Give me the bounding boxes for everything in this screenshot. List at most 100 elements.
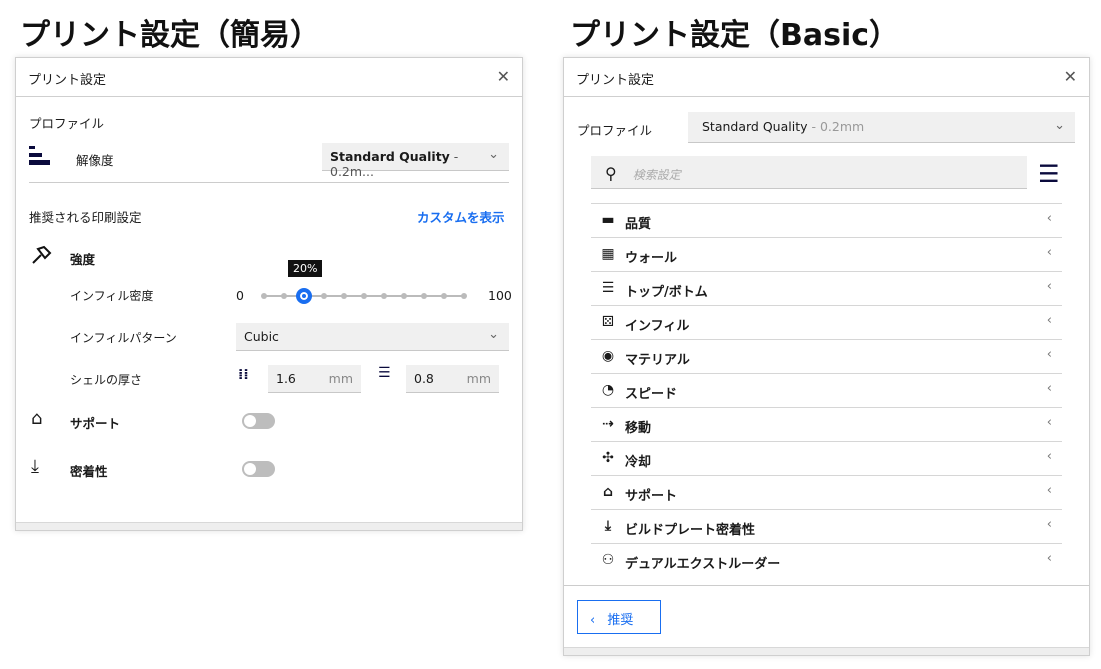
category-quality[interactable]: ▬ 品質 ‹ — [591, 203, 1062, 237]
panel-header: プリント設定 ✕ — [16, 58, 522, 97]
category-label: デュアルエクストルーダー — [625, 557, 781, 572]
infill-pattern-value: Cubic — [244, 329, 279, 344]
menu-icon[interactable]: ☰ — [1038, 160, 1060, 188]
chevron-left-icon: ‹ — [1046, 551, 1052, 566]
chevron-down-icon: ⌄ — [1054, 118, 1065, 133]
profile-dropdown[interactable]: Standard Quality - 0.2m... ⌄ — [322, 143, 509, 179]
dual-extruder-icon: ⚇ — [601, 552, 615, 568]
window-title: プリント設定 — [28, 73, 107, 88]
adhesion-label: 密着性 — [70, 464, 108, 479]
quality-icon: ▬ — [601, 212, 615, 228]
adhesion-toggle[interactable] — [242, 461, 275, 477]
window-title: プリント設定 — [576, 73, 655, 88]
support-icon: ⌂ — [602, 484, 614, 500]
adhesion-icon: ⤓ — [604, 518, 612, 534]
chevron-down-icon: ⌄ — [488, 327, 499, 342]
adhesion-icon: ⤓ — [31, 456, 39, 477]
chevron-left-icon: ‹ — [1046, 211, 1052, 226]
profile-label: プロファイル — [29, 116, 105, 131]
category-label: トップ/ボトム — [625, 285, 708, 300]
speed-icon: ◔ — [601, 382, 615, 398]
quality-icon — [29, 146, 50, 165]
chevron-left-icon: ‹ — [1046, 381, 1052, 396]
slider-tick — [401, 293, 407, 299]
resize-handle[interactable] — [16, 522, 522, 530]
recommended-button-label: 推奨 — [607, 613, 634, 628]
show-custom-link[interactable]: カスタムを表示 — [417, 207, 505, 226]
slider-tick — [281, 293, 287, 299]
top-bottom-icon: ☰ — [601, 280, 615, 296]
chevron-left-icon: ‹ — [1046, 347, 1052, 362]
recommended-button[interactable]: ‹ 推奨 — [577, 600, 661, 634]
category-material[interactable]: ◉ マテリアル ‹ — [591, 339, 1062, 373]
slider-max: 100 — [488, 288, 512, 303]
chevron-left-icon: ‹ — [1046, 279, 1052, 294]
travel-icon: ⇢ — [602, 416, 614, 432]
infill-icon: ⚄ — [601, 314, 615, 330]
category-speed[interactable]: ◔ スピード ‹ — [591, 373, 1062, 407]
support-toggle[interactable] — [242, 413, 275, 429]
left-heading: プリント設定（簡易） — [20, 18, 320, 53]
infill-density-label: インフィル密度 — [70, 289, 154, 303]
category-support[interactable]: ⌂ サポート ‹ — [591, 475, 1062, 509]
category-label: サポート — [625, 489, 678, 504]
wall-thickness-input[interactable]: 1.6 mm — [268, 365, 361, 393]
category-label: マテリアル — [625, 353, 690, 368]
category-label: 品質 — [625, 217, 652, 232]
chevron-left-icon: ‹ — [1046, 483, 1052, 498]
slider-tick — [261, 293, 267, 299]
profile-value: Standard Quality — [702, 119, 808, 134]
search-input[interactable]: ⚲ 検索設定 — [591, 156, 1027, 189]
chevron-left-icon: ‹ — [1046, 517, 1052, 532]
recommended-label: 推奨される印刷設定 — [29, 210, 142, 225]
close-icon[interactable]: ✕ — [497, 67, 510, 86]
category-label: ウォール — [625, 251, 678, 266]
slider-tick — [441, 293, 447, 299]
chevron-down-icon: ⌄ — [488, 147, 499, 162]
print-settings-basic-panel: プリント設定 ✕ プロファイル Standard Quality - 0.2mm ⌄… — [563, 57, 1090, 656]
profile-suffix: - 0.2mm — [807, 119, 865, 134]
category-wall[interactable]: ▦ ウォール ‹ — [591, 237, 1062, 271]
category-top-bottom[interactable]: ☰ トップ/ボトム ‹ — [591, 271, 1062, 305]
chevron-left-icon: ‹ — [1046, 313, 1052, 328]
support-icon: ⌂ — [31, 408, 43, 429]
search-placeholder: 検索設定 — [632, 168, 681, 182]
divider — [564, 585, 1089, 586]
fan-icon: ✣ — [602, 450, 614, 466]
panel-header: プリント設定 ✕ — [564, 58, 1089, 97]
resize-handle[interactable] — [564, 647, 1089, 655]
slider-tick — [461, 293, 467, 299]
wall-thickness-icon: ⁞⁞ — [238, 367, 249, 383]
category-fan[interactable]: ✣ 冷却 ‹ — [591, 441, 1062, 475]
category-travel[interactable]: ⇢ 移動 ‹ — [591, 407, 1062, 441]
top-bottom-thickness-input[interactable]: 0.8 mm — [406, 365, 499, 393]
infill-density-slider[interactable] — [261, 288, 467, 304]
category-label: インフィル — [625, 319, 690, 334]
strength-label: 強度 — [70, 252, 96, 267]
category-adhesion[interactable]: ⤓ ビルドプレート密着性 ‹ — [591, 509, 1062, 543]
profile-dropdown[interactable]: Standard Quality - 0.2mm ⌄ — [688, 112, 1075, 143]
chevron-left-icon: ‹ — [1046, 449, 1052, 464]
chevron-left-icon: ‹ — [590, 613, 596, 628]
slider-tooltip: 20% — [288, 260, 323, 277]
profile-label: プロファイル — [577, 123, 653, 138]
slider-tick — [321, 293, 327, 299]
slider-tick — [361, 293, 367, 299]
right-heading: プリント設定（Basic） — [570, 18, 900, 53]
slider-tick — [381, 293, 387, 299]
top-bottom-thickness-icon: ☰ — [378, 365, 391, 381]
category-label: 移動 — [625, 421, 652, 436]
category-infill[interactable]: ⚄ インフィル ‹ — [591, 305, 1062, 339]
category-dual-extruder[interactable]: ⚇ デュアルエクストルーダー ‹ — [591, 543, 1062, 577]
slider-tick — [341, 293, 347, 299]
infill-pattern-label: インフィルパターン — [70, 331, 177, 345]
chevron-left-icon: ‹ — [1046, 415, 1052, 430]
support-label: サポート — [70, 416, 121, 431]
slider-handle[interactable] — [296, 288, 312, 304]
close-icon[interactable]: ✕ — [1064, 67, 1077, 86]
wall-icon: ▦ — [601, 246, 615, 262]
unit: mm — [466, 371, 491, 386]
slider-tick — [421, 293, 427, 299]
infill-pattern-dropdown[interactable]: Cubic ⌄ — [236, 323, 509, 351]
category-label: スピード — [625, 387, 678, 402]
